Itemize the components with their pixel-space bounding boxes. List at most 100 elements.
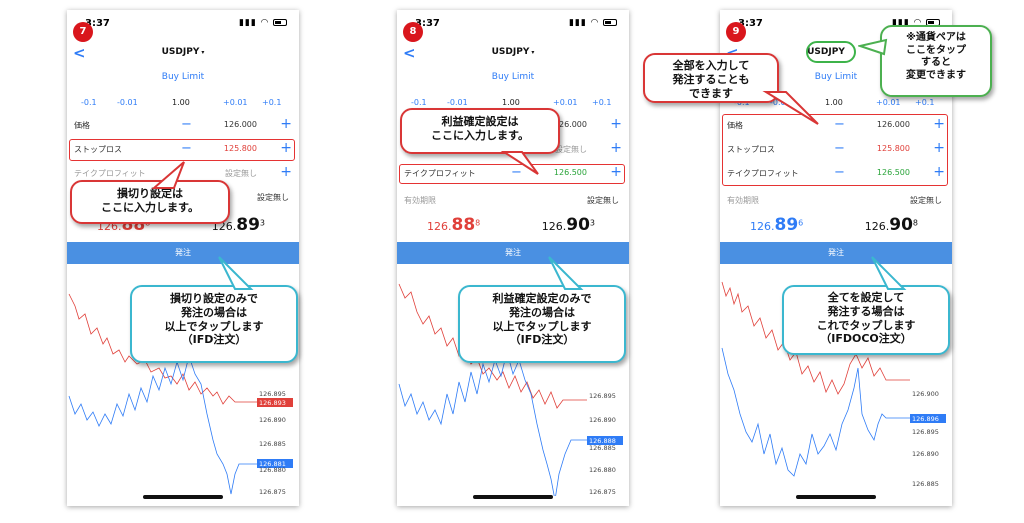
axis-label: 126.890 (589, 416, 616, 424)
step-plus-0.1[interactable]: +0.1 (592, 98, 611, 107)
symbol-label: USDJPY (161, 47, 200, 57)
battery-icon (603, 19, 617, 26)
axis-label: 126.875 (589, 488, 616, 496)
wifi-icon: ◠ (260, 18, 269, 28)
symbol-highlight (806, 41, 856, 63)
callout-tail (548, 256, 584, 290)
callout-all-fields: 全部を入力して 発注することも できます (643, 53, 779, 103)
status-icons: ▮▮▮ ◠ (569, 18, 617, 28)
tutorial-figure: 3:37 ▮▮▮ ◠ 7 < USDJPY ▾ Buy Limit -0.1 -0… (0, 0, 1024, 523)
price-row: 価格 − 126.000 + (67, 115, 299, 137)
quote-prices: 126.896 126.908 (720, 215, 952, 241)
step-plus-0.01[interactable]: +0.01 (553, 98, 578, 107)
step-badge: 7 (73, 22, 93, 42)
step-minus-0.1[interactable]: -0.1 (81, 98, 97, 107)
step-minus-0.1[interactable]: -0.1 (411, 98, 427, 107)
step-plus-0.1[interactable]: +0.1 (915, 98, 934, 107)
step-volume[interactable]: 1.00 (825, 98, 843, 107)
axis-label: 126.885 (259, 440, 286, 448)
bid-line (68, 354, 257, 495)
step-plus-0.01[interactable]: +0.01 (876, 98, 901, 107)
expiry-label: 有効期限 (404, 196, 436, 205)
caret-down-icon: ▾ (201, 49, 205, 56)
callout-tail (871, 256, 907, 290)
status-bar: 3:37 ▮▮▮ ◠ (415, 18, 617, 32)
callout-tail (858, 38, 888, 56)
axis-label: 126.895 (912, 428, 939, 436)
expiry-value[interactable]: 設定無し (257, 192, 289, 203)
take-profit-value[interactable]: 設定無し (225, 168, 257, 179)
callout-order-ifd: 損切り設定のみで 発注の場合は 以上でタップします （IFD注文） (130, 285, 298, 363)
ask-price[interactable]: 126.908 (865, 215, 918, 235)
stop-loss-plus-button[interactable]: + (610, 140, 622, 156)
expiry-value[interactable]: 設定無し (587, 195, 619, 206)
expiry-value[interactable]: 設定無し (910, 195, 942, 206)
price-value[interactable]: 126.000 (224, 120, 257, 129)
battery-icon (273, 19, 287, 26)
callout-tail (218, 256, 254, 290)
axis-label: 126.895 (589, 392, 616, 400)
callout-tail (762, 91, 819, 125)
stop-loss-highlight (69, 139, 295, 161)
step-plus-0.1[interactable]: +0.1 (262, 98, 281, 107)
phone-screen-step-7: 3:37 ▮▮▮ ◠ 7 < USDJPY ▾ Buy Limit -0.1 -0… (67, 10, 299, 506)
all-fields-highlight (722, 114, 948, 186)
bid-price[interactable]: 126.896 (750, 215, 803, 235)
symbol-selector[interactable]: USDJPY ▾ (397, 47, 629, 57)
expiry-row: 有効期限 設定無し (720, 190, 952, 212)
take-profit-plus-button[interactable]: + (280, 164, 292, 180)
axis-label: 126.875 (259, 488, 286, 496)
price-label: 価格 (74, 121, 90, 130)
expiry-label: 有効期限 (727, 196, 759, 205)
take-profit-label: テイクプロフィット (74, 169, 146, 178)
step-volume[interactable]: 1.00 (502, 98, 520, 107)
order-button[interactable]: 発注 (397, 242, 629, 264)
order-button[interactable]: 発注 (67, 242, 299, 264)
step-volume[interactable]: 1.00 (172, 98, 190, 107)
order-type[interactable]: Buy Limit (397, 72, 629, 82)
step-minus-0.01[interactable]: -0.01 (447, 98, 468, 107)
axis-label: 126.890 (912, 450, 939, 458)
axis-label: 126.890 (259, 416, 286, 424)
price-plus-button[interactable]: + (610, 116, 622, 132)
symbol-label: USDJPY (491, 47, 530, 57)
signal-icon: ▮▮▮ (568, 18, 587, 28)
stop-loss-value[interactable]: 設定無し (555, 144, 587, 155)
step-badge: 9 (726, 22, 746, 42)
step-minus-0.01[interactable]: -0.01 (117, 98, 138, 107)
signal-icon: ▮▮▮ (238, 18, 257, 28)
axis-label: 126.885 (589, 444, 616, 452)
step-selector: -0.1 -0.01 1.00 +0.01 +0.1 (67, 98, 299, 110)
axis-label: 126.885 (912, 480, 939, 488)
callout-tail (500, 151, 539, 175)
axis-label: 126.896 (912, 415, 939, 423)
callout-order-ifdoco: 全てを設定して 発注する場合は これでタップします （IFDOCO注文） (782, 285, 950, 355)
wifi-icon: ◠ (590, 18, 599, 28)
callout-order-ifd: 利益確定設定のみで 発注の場合は 以上でタップします （IFD注文） (458, 285, 626, 363)
symbol-selector[interactable]: USDJPY ▾ (67, 47, 299, 57)
home-indicator (796, 495, 876, 499)
step-plus-0.01[interactable]: +0.01 (223, 98, 248, 107)
ask-price[interactable]: 126.903 (542, 215, 595, 235)
home-indicator (143, 495, 223, 499)
price-plus-button[interactable]: + (280, 116, 292, 132)
bid-line (721, 347, 910, 477)
callout-symbol-change: ※通貨ペアは ここをタップ すると 変更できます (880, 25, 992, 97)
axis-label: 126.893 (259, 399, 286, 407)
status-icons: ▮▮▮ ◠ (239, 18, 287, 28)
price-minus-button[interactable]: − (181, 117, 192, 132)
axis-label: 126.880 (259, 466, 286, 474)
status-bar: 3:37 ▮▮▮ ◠ (85, 18, 287, 32)
callout-tail (151, 161, 185, 189)
order-button[interactable]: 発注 (720, 242, 952, 264)
home-indicator (473, 495, 553, 499)
bid-price[interactable]: 126.888 (427, 215, 480, 235)
axis-label: 126.895 (259, 390, 286, 398)
axis-label: 126.900 (912, 390, 939, 398)
order-type[interactable]: Buy Limit (67, 72, 299, 82)
quote-prices: 126.888 126.903 (397, 215, 629, 241)
step-badge: 8 (403, 22, 423, 42)
expiry-row: 有効期限 設定無し (397, 190, 629, 212)
axis-label: 126.880 (589, 466, 616, 474)
caret-down-icon: ▾ (531, 49, 535, 56)
